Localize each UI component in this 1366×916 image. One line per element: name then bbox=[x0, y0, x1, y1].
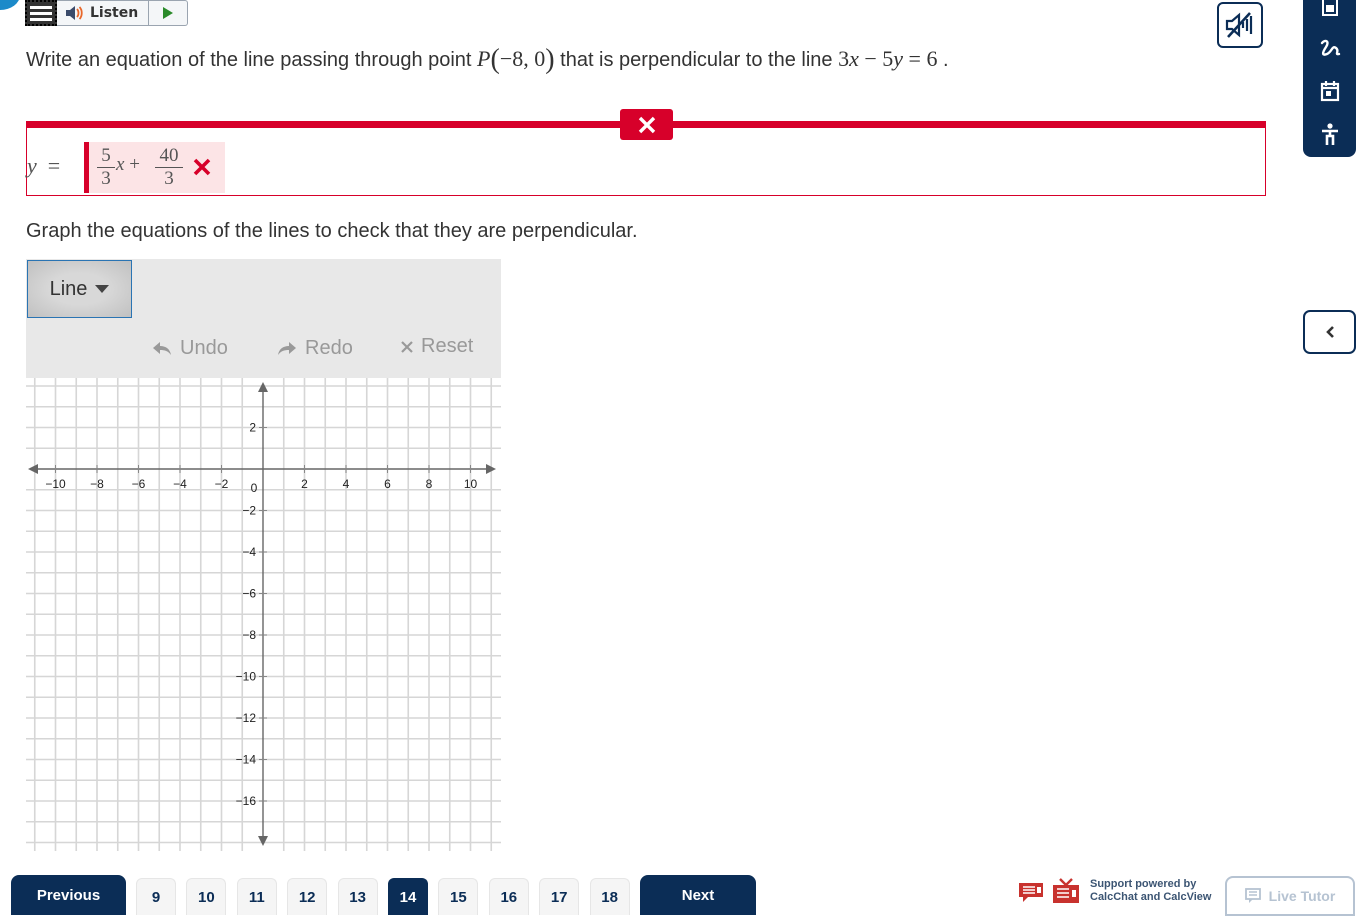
listen-control: Listen bbox=[57, 0, 189, 26]
reset-button[interactable]: Reset bbox=[401, 335, 473, 358]
calendar-button[interactable] bbox=[1303, 80, 1356, 102]
page-button-18[interactable]: 18 bbox=[589, 878, 630, 915]
y-axis-up-arrow bbox=[258, 382, 268, 392]
redo-button[interactable]: Redo bbox=[277, 337, 353, 360]
side-toolbar bbox=[1303, 0, 1356, 157]
tool-select-dropdown[interactable]: Line bbox=[27, 260, 132, 318]
given-line-equation: 3x − 5y = 6 bbox=[838, 46, 938, 71]
play-button[interactable] bbox=[149, 6, 187, 20]
x-tick-label: −2 bbox=[215, 477, 229, 491]
speaker-icon bbox=[66, 6, 83, 20]
page-button-11[interactable]: 11 bbox=[236, 878, 277, 915]
x-tick-label: −4 bbox=[173, 477, 187, 491]
graph-toolbar: Line Undo Redo Reset bbox=[26, 259, 501, 378]
x-tick-label: −6 bbox=[132, 477, 146, 491]
answer-input[interactable]: 53 x + 40 3 bbox=[84, 142, 225, 193]
calendar-icon bbox=[1320, 81, 1339, 102]
collapse-panel-button[interactable] bbox=[1303, 310, 1356, 354]
y-tick-label: −10 bbox=[236, 670, 257, 684]
page-button-16[interactable]: 16 bbox=[488, 878, 529, 915]
answer-lhs: y = bbox=[27, 153, 61, 178]
page-button-13[interactable]: 13 bbox=[337, 878, 378, 915]
slope-fraction: 53 bbox=[97, 145, 115, 190]
scribble-icon bbox=[1320, 39, 1340, 56]
incorrect-x-icon bbox=[193, 158, 211, 176]
y-tick-label: −6 bbox=[242, 587, 256, 601]
point-name: P bbox=[477, 46, 491, 71]
y-tick-label: −14 bbox=[236, 753, 257, 767]
listen-label: Listen bbox=[90, 5, 139, 21]
accessibility-button[interactable] bbox=[1303, 123, 1356, 147]
point-coords: −8, 0 bbox=[499, 46, 546, 71]
calculator-icon bbox=[1321, 0, 1338, 16]
listen-button[interactable]: Listen bbox=[57, 1, 150, 25]
reset-x-icon bbox=[401, 340, 413, 353]
sketch-button[interactable] bbox=[1303, 38, 1356, 58]
y-tick-label: −8 bbox=[242, 628, 256, 642]
read-aloud-toolbar: Listen bbox=[25, 0, 189, 26]
chat-icon bbox=[1244, 888, 1261, 903]
x-tick-label: 4 bbox=[343, 477, 350, 491]
calcview-icon[interactable] bbox=[1052, 878, 1080, 904]
incorrect-badge bbox=[620, 109, 673, 140]
page-button-12[interactable]: 12 bbox=[287, 878, 328, 915]
page-button-15[interactable]: 15 bbox=[438, 878, 479, 915]
redo-icon bbox=[278, 341, 296, 355]
speaker-muted-icon bbox=[1225, 12, 1253, 38]
caret-down-icon bbox=[95, 285, 110, 293]
page-button-9[interactable]: 9 bbox=[136, 878, 176, 915]
x-tick-label: 8 bbox=[426, 477, 433, 491]
origin-label: 0 bbox=[251, 481, 258, 495]
menu-icon bbox=[30, 5, 52, 9]
play-icon bbox=[163, 7, 174, 19]
previous-button[interactable]: Previous bbox=[11, 875, 126, 915]
audio-mute-button[interactable] bbox=[1217, 2, 1263, 48]
y-tick-label: −16 bbox=[236, 794, 257, 808]
calculator-button[interactable] bbox=[1303, 0, 1356, 16]
x-tick-label: −10 bbox=[45, 477, 66, 491]
intercept-fraction: 40 3 bbox=[155, 145, 183, 190]
undo-icon bbox=[153, 341, 171, 355]
graph-instruction: Graph the equations of the lines to chec… bbox=[26, 220, 638, 242]
x-tick-label: 6 bbox=[384, 477, 391, 491]
chevron-left-icon bbox=[1325, 326, 1334, 338]
x-plus: x + bbox=[116, 154, 140, 175]
accessibility-icon bbox=[1321, 123, 1338, 145]
page-button-17[interactable]: 17 bbox=[539, 878, 580, 915]
support-text: Support powered by CalcChat and CalcView bbox=[1090, 878, 1212, 903]
y-tick-label: −2 bbox=[242, 504, 256, 518]
y-tick-label: −4 bbox=[242, 545, 256, 559]
undo-button[interactable]: Undo bbox=[152, 337, 228, 360]
graph-canvas[interactable]: −10 −8 −6 −4 −2 2 4 6 8 10 2 −2 −4 −6 −8 −10 −12 −14 −16 0 bbox=[26, 378, 501, 851]
x-tick-label: 2 bbox=[301, 477, 308, 491]
page-button-14[interactable]: 14 bbox=[388, 878, 428, 915]
page-button-10[interactable]: 10 bbox=[186, 878, 227, 915]
question-text: Write an equation of the line passing th… bbox=[26, 44, 949, 75]
y-tick-label: 2 bbox=[249, 421, 256, 435]
x-mark-icon bbox=[638, 116, 655, 133]
x-tick-label: −8 bbox=[90, 477, 104, 491]
help-bubble[interactable] bbox=[0, 0, 20, 10]
support-info: Support powered by CalcChat and CalcView bbox=[1018, 878, 1211, 904]
coordinate-graph[interactable]: −10 −8 −6 −4 −2 2 4 6 8 10 2 −2 −4 −6 −8 −10 −12 −14 −16 0 bbox=[26, 378, 501, 851]
x-axis-left-arrow bbox=[28, 464, 38, 474]
live-tutor-button[interactable]: Live Tutor bbox=[1225, 876, 1355, 916]
next-button[interactable]: Next bbox=[640, 875, 756, 915]
calcchat-icon[interactable] bbox=[1018, 879, 1046, 903]
x-tick-label: 10 bbox=[464, 477, 478, 491]
y-tick-label: −12 bbox=[236, 711, 257, 725]
menu-button[interactable] bbox=[25, 0, 57, 26]
y-axis-down-arrow bbox=[258, 836, 268, 846]
